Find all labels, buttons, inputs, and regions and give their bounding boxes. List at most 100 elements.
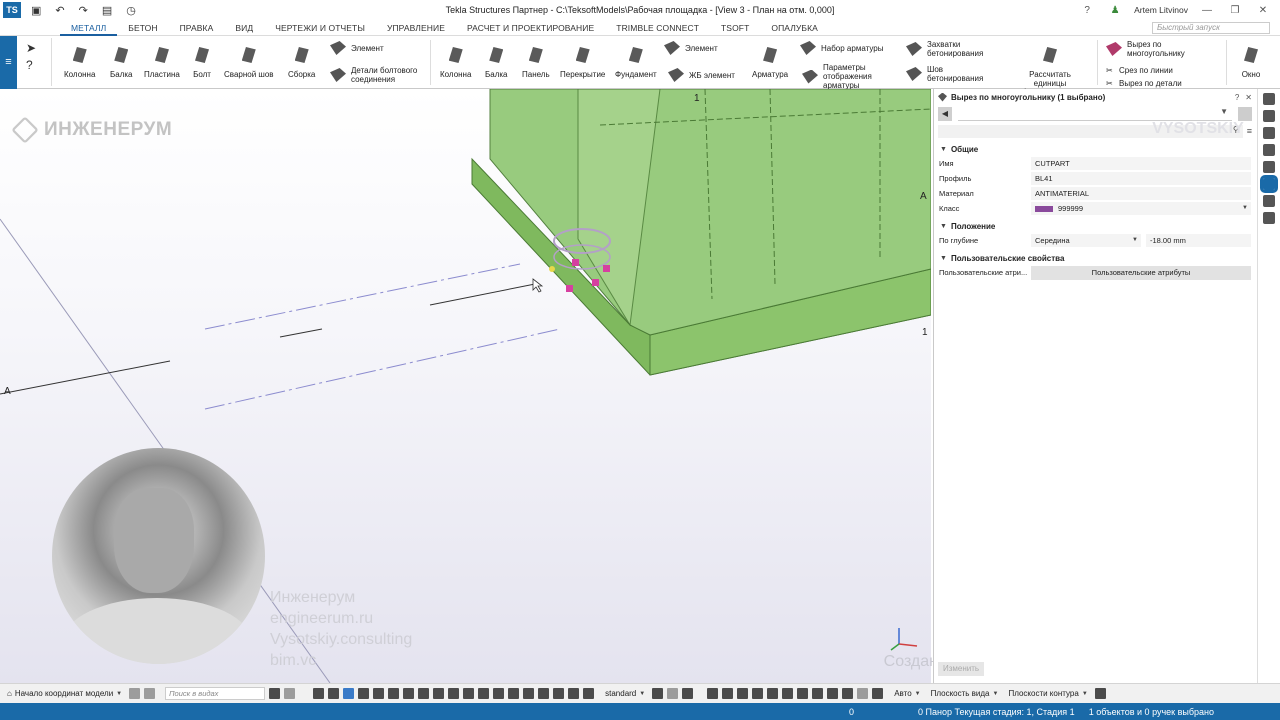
panel-button[interactable]: Панель [522,44,550,79]
select-views-icon[interactable] [433,688,445,699]
tab-trimble-connect[interactable]: TRIMBLE CONNECT [605,20,710,36]
tab-vid[interactable]: ВИД [224,20,264,36]
catalog-icon[interactable] [1263,127,1275,139]
user-icon[interactable]: ♟ [1106,5,1124,16]
handle-point[interactable] [566,285,573,292]
components-icon[interactable] [1263,110,1275,122]
tab-pravka[interactable]: ПРАВКА [169,20,225,36]
modify-button[interactable]: Изменить [938,662,984,676]
pour-joint-button[interactable]: Шов бетонирования [906,65,996,83]
eye-icon[interactable] [682,688,694,699]
tab-tsoft[interactable]: TSOFT [710,20,760,36]
snap-line-icon[interactable] [797,688,809,699]
snap-end-icon[interactable] [707,688,719,699]
pour-breaks-button[interactable]: Захватки бетонирования [906,40,996,58]
select-pour-icon[interactable] [553,688,565,699]
snap-depth-select[interactable]: Авто [891,687,923,701]
tab-beton[interactable]: БЕТОН [117,20,168,36]
snap-intersection-icon[interactable] [752,688,764,699]
history-icon[interactable]: ◷ [126,4,136,17]
plate-button[interactable]: Пластина [144,44,180,79]
part-cut-button[interactable]: ✂ Вырез по детали [1106,79,1182,88]
snap-center-icon[interactable] [722,688,734,699]
select-cuts-icon[interactable] [418,688,430,699]
snap-settings-icon[interactable] [667,688,679,699]
select-all-icon[interactable] [313,688,325,699]
class-select[interactable]: 999999 ▼ [1031,202,1251,215]
steel-element-button[interactable]: Элемент [330,41,384,55]
user-attributes-button[interactable]: Пользовательские атрибуты [1031,265,1251,280]
properties-gear-icon[interactable] [1260,175,1278,193]
handle-point-yellow[interactable] [549,266,555,272]
redo-icon[interactable]: ↷ [79,4,88,17]
slab-button[interactable]: Перекрытие [560,44,605,79]
select-connections-icon[interactable] [478,688,490,699]
contour-plane-select[interactable]: Плоскости контура [1005,687,1090,701]
views-search-input[interactable]: Поиск в видах [165,687,266,700]
select-grid-icon[interactable] [373,688,385,699]
concrete-column-button[interactable]: Колонна [440,44,471,79]
save-icon[interactable]: ▣ [31,4,41,17]
side-menu-button[interactable]: ≡ [0,36,17,89]
filter-settings-icon[interactable] [652,688,664,699]
tab-management[interactable]: УПРАВЛЕНИЕ [376,20,456,36]
footing-button[interactable]: Фундамент [615,44,657,79]
concrete-element-button[interactable]: Элемент [664,41,718,55]
move-origin-icon[interactable] [129,688,141,699]
select-parts-icon[interactable] [328,688,340,699]
select-welds-icon[interactable] [403,688,415,699]
tab-drawings[interactable]: ЧЕРТЕЖИ И ОТЧЕТЫ [264,20,376,36]
handle-point[interactable] [603,265,610,272]
select-bolts-icon[interactable] [448,688,460,699]
select-assemblies-icon[interactable] [508,688,520,699]
rebar-display-button[interactable]: Параметры отображения арматуры [802,63,897,90]
view-plane-select[interactable]: Плоскость вида [928,687,1002,701]
snap-ref-icon[interactable] [872,688,884,699]
profile-field[interactable]: BL41 [1031,172,1251,185]
list-icon[interactable]: ≡ [1247,126,1252,136]
rebar-set-button[interactable]: Набор арматуры [800,41,883,55]
material-field[interactable]: ANTIMATERIAL [1031,187,1251,200]
restore-icon[interactable]: ❐ [1226,5,1244,16]
back-icon[interactable]: ◀ [938,107,952,121]
section-general[interactable]: Общие [934,142,1256,156]
model-view[interactable]: A A 1 1 ИНЖЕНЕРУМ Инженерум engineerum.r… [0,89,931,683]
snap-perp-icon[interactable] [782,688,794,699]
help-icon[interactable]: ? [1078,5,1096,16]
help-query-icon[interactable]: ? [26,58,51,72]
tekla-logo-icon[interactable]: TS [3,2,21,18]
select-rebars-icon[interactable] [463,688,475,699]
weld-button[interactable]: Сварной шов [224,44,274,79]
quick-launch-input[interactable]: Быстрый запуск [1152,22,1270,34]
close-icon[interactable]: ✕ [1254,5,1272,16]
depth-offset-field[interactable]: -18.00 mm [1146,234,1251,247]
snap-edge-icon[interactable] [827,688,839,699]
snap-grid-icon[interactable] [857,688,869,699]
handle-point[interactable] [572,259,579,266]
window-button[interactable]: Окно [1240,44,1262,79]
handle-point[interactable] [592,279,599,286]
section-position[interactable]: Положение [934,219,1256,233]
concrete-beam-button[interactable]: Балка [485,44,508,79]
tab-metall[interactable]: МЕТАЛЛ [60,20,118,36]
minimize-icon[interactable]: — [1198,5,1216,16]
report-icon[interactable]: ▤ [102,4,112,17]
select-surfaces-icon[interactable] [568,688,580,699]
property-set-select[interactable]: ▼ [958,107,1232,121]
close-icon[interactable]: ✕ [1245,93,1252,102]
expand-icon[interactable] [1263,93,1275,105]
cloud-icon[interactable] [1263,161,1275,173]
assembly-button[interactable]: Сборка [288,44,315,79]
select-reference-icon[interactable] [583,688,595,699]
save-settings-icon[interactable] [1238,107,1252,121]
rebar-button[interactable]: Арматура [752,44,788,79]
steel-column-button[interactable]: Колонна [64,44,95,79]
select-components-icon[interactable] [493,688,505,699]
show-icon[interactable] [1094,688,1106,699]
select-points-icon[interactable] [358,688,370,699]
select-loads-icon[interactable] [538,688,550,699]
globe-icon[interactable] [1263,144,1275,156]
help-icon[interactable]: ? [1235,93,1239,102]
properties-search-input[interactable]: ⚲ [938,124,1243,138]
user-name[interactable]: Artem Litvinov [1134,5,1188,15]
